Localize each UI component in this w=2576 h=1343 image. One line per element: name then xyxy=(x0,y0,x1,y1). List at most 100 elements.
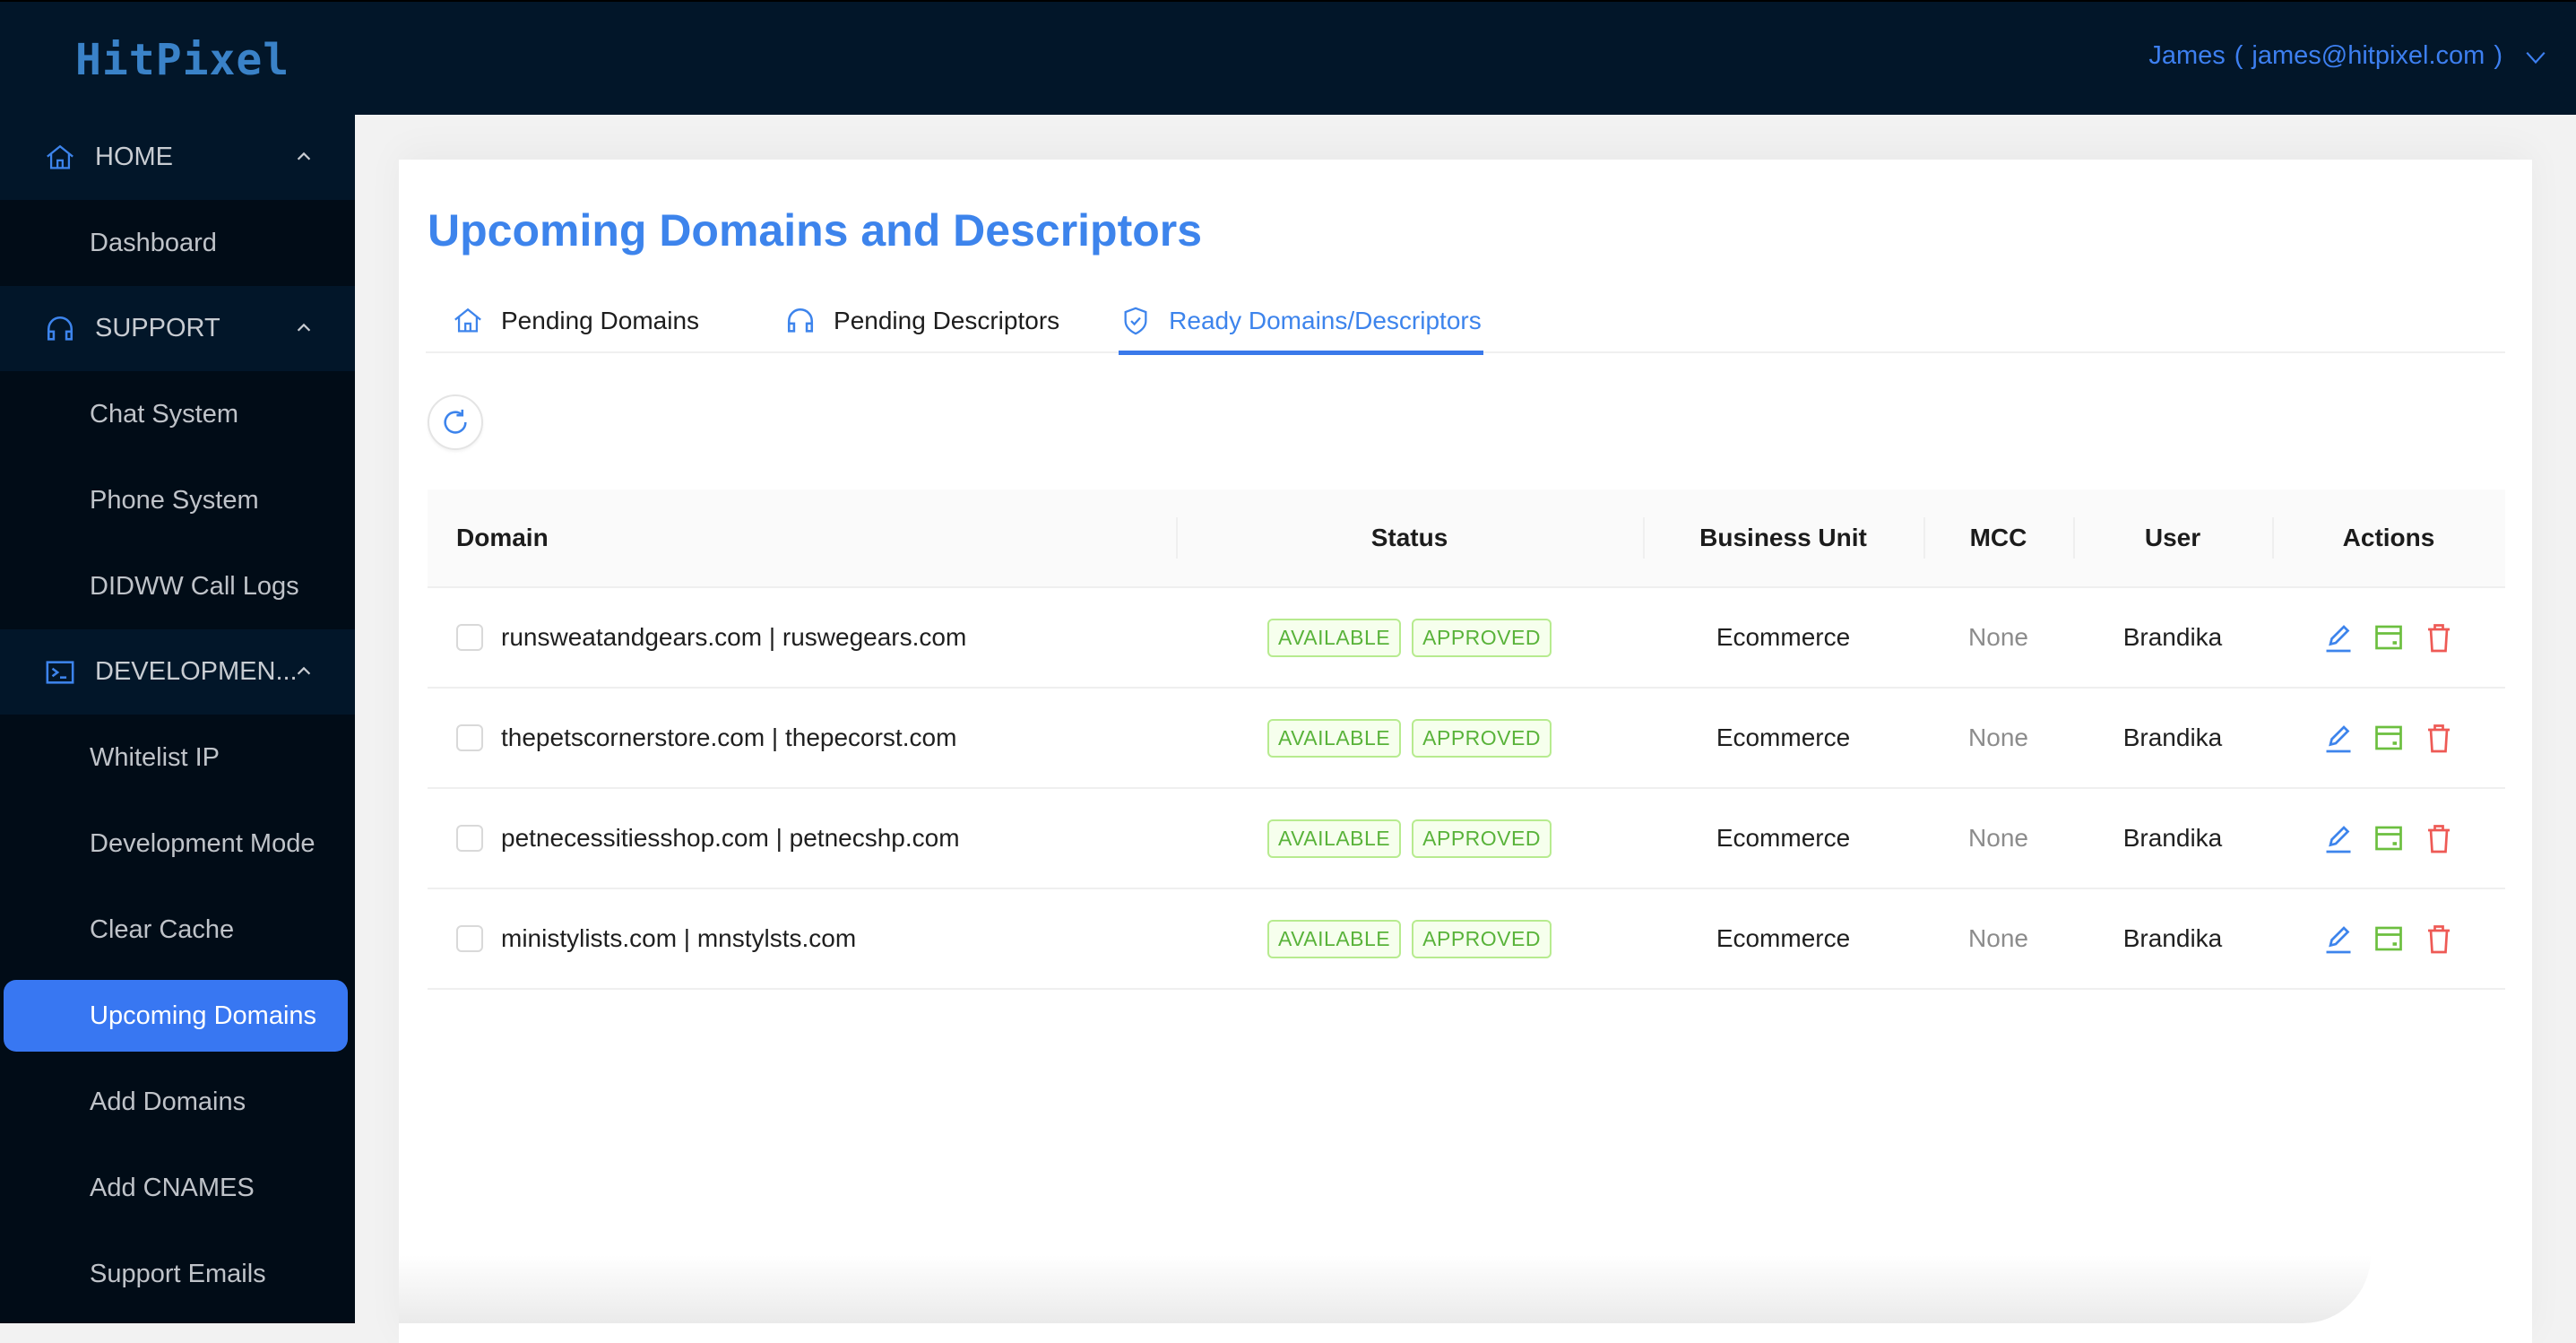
cell-user: Brandika xyxy=(2073,889,2272,988)
tab-pending-domains[interactable]: Pending Domains xyxy=(426,290,701,351)
sidebar-item-label: Phone System xyxy=(90,485,259,515)
sidebar-item-add-cnames[interactable]: Add CNAMES xyxy=(0,1145,355,1231)
logo[interactable]: HitPixel xyxy=(75,35,290,85)
sidebar-item-clear-cache[interactable]: Clear Cache xyxy=(0,887,355,973)
row-checkbox[interactable] xyxy=(456,624,483,651)
sidebar-item-upcoming-domains[interactable]: Upcoming Domains xyxy=(4,980,348,1052)
sidebar-item-whitelist-ip[interactable]: Whitelist IP xyxy=(0,715,355,801)
user-name: James xyxy=(2148,41,2226,70)
chevron-down-icon[interactable] xyxy=(2524,45,2547,68)
credit-card-icon[interactable] xyxy=(2373,621,2405,654)
refresh-icon xyxy=(444,409,467,434)
row-checkbox[interactable] xyxy=(456,925,483,952)
business-unit-text: Ecommerce xyxy=(1716,623,1851,651)
main-card: Upcoming Domains and Descriptors Pending… xyxy=(399,160,2532,1343)
cell-user: Brandika xyxy=(2073,789,2272,888)
credit-card-icon[interactable] xyxy=(2373,822,2405,854)
user-text: Brandika xyxy=(2122,824,2223,852)
tab-pending-descriptors[interactable]: Pending Descriptors xyxy=(758,290,1061,351)
logo-text: HitPixel xyxy=(75,35,290,85)
domain-text: thepetscornerstore.com | thepecorst.com xyxy=(501,723,957,751)
sidebar-item-chat-system[interactable]: Chat System xyxy=(0,371,355,457)
status-badge-approved: APPROVED xyxy=(1412,618,1552,657)
home-icon xyxy=(47,144,73,169)
sidebar-item-label: DIDWW Call Logs xyxy=(90,571,299,601)
status-badge-approved: APPROVED xyxy=(1412,919,1552,958)
sidebar-group-label: DEVELOPMEN... xyxy=(95,657,298,686)
sidebar-item-add-domains[interactable]: Add Domains xyxy=(0,1059,355,1145)
paren-open: ( xyxy=(2234,41,2243,70)
sidebar-item-development-mode[interactable]: Development Mode xyxy=(0,801,355,887)
sidebar-item-dashboard[interactable]: Dashboard xyxy=(0,200,355,286)
cell-domain: ministylists.com | mnstylsts.com xyxy=(428,889,1176,988)
shield-check-icon xyxy=(1124,307,1147,335)
sidebar-group-support[interactable]: SUPPORT xyxy=(0,286,355,371)
cell-actions xyxy=(2272,789,2505,888)
business-unit-text: Ecommerce xyxy=(1716,924,1851,952)
edit-icon[interactable] xyxy=(2322,923,2355,955)
sidebar-item-support-emails[interactable]: Support Emails xyxy=(0,1231,355,1317)
chevron-up-icon[interactable] xyxy=(294,662,314,681)
cell-business-unit: Ecommerce xyxy=(1643,689,1923,787)
home-icon xyxy=(454,308,481,333)
table-row: thepetscornerstore.com | thepecorst.com … xyxy=(428,689,2505,789)
refresh-button[interactable] xyxy=(428,394,483,450)
status-badge-available: AVAILABLE xyxy=(1267,718,1402,758)
cell-business-unit: Ecommerce xyxy=(1643,889,1923,988)
user-menu[interactable]: James ( james@hitpixel.com ) xyxy=(2148,41,2547,71)
sidebar-group-label: HOME xyxy=(95,143,173,171)
delete-icon[interactable] xyxy=(2423,621,2455,654)
paren-close: ) xyxy=(2494,41,2503,70)
column-header-domain[interactable]: Domain xyxy=(428,489,1176,587)
row-checkbox[interactable] xyxy=(456,825,483,852)
sidebar-item-label: Support Emails xyxy=(90,1259,266,1288)
table-row: ministylists.com | mnstylsts.com AVAILAB… xyxy=(428,889,2505,990)
sidebar-item-label: Development Mode xyxy=(90,828,316,858)
cell-actions xyxy=(2272,889,2505,988)
cell-actions xyxy=(2272,588,2505,687)
edit-icon[interactable] xyxy=(2322,621,2355,654)
credit-card-icon[interactable] xyxy=(2373,923,2405,955)
table-header: Domain Status Business Unit MCC User Act… xyxy=(428,490,2505,588)
tab-label: Pending Descriptors xyxy=(834,307,1060,334)
terminal-icon xyxy=(46,660,74,684)
domain-text: ministylists.com | mnstylsts.com xyxy=(501,924,857,952)
sidebar: HOME Dashboard SUPPORT Chat System Phone… xyxy=(0,115,355,1323)
table-row: runsweatandgears.com | ruswegears.com AV… xyxy=(428,588,2505,689)
cell-domain: runsweatandgears.com | ruswegears.com xyxy=(428,588,1176,687)
sidebar-group-label: SUPPORT xyxy=(95,314,220,342)
column-header-status[interactable]: Status xyxy=(1176,489,1643,587)
chevron-up-icon[interactable] xyxy=(294,147,314,167)
cell-actions xyxy=(2272,689,2505,787)
chevron-up-icon[interactable] xyxy=(294,318,314,338)
column-header-business-unit[interactable]: Business Unit xyxy=(1643,489,1923,587)
user-email: james@hitpixel.com xyxy=(2252,41,2485,70)
cell-mcc: None xyxy=(1923,889,2073,988)
cell-status: AVAILABLE APPROVED xyxy=(1176,889,1643,988)
row-checkbox[interactable] xyxy=(456,724,483,751)
delete-icon[interactable] xyxy=(2423,722,2455,754)
edit-icon[interactable] xyxy=(2322,722,2355,754)
sidebar-group-home[interactable]: HOME xyxy=(0,115,355,200)
tab-ready-domains-descriptors[interactable]: Ready Domains/Descriptors xyxy=(1119,290,1483,355)
cell-domain: thepetscornerstore.com | thepecorst.com xyxy=(428,689,1176,787)
cell-business-unit: Ecommerce xyxy=(1643,588,1923,687)
user-text: Brandika xyxy=(2122,723,2223,751)
domain-text: petnecessitiesshop.com | petnecshp.com xyxy=(501,824,960,852)
cell-status: AVAILABLE APPROVED xyxy=(1176,689,1643,787)
column-header-mcc[interactable]: MCC xyxy=(1923,489,2073,587)
sidebar-item-didww-call-logs[interactable]: DIDWW Call Logs xyxy=(0,543,355,629)
credit-card-icon[interactable] xyxy=(2373,722,2405,754)
table-row: petnecessitiesshop.com | petnecshp.com A… xyxy=(428,789,2505,889)
sidebar-item-label: Add Domains xyxy=(90,1087,246,1116)
sidebar-item-phone-system[interactable]: Phone System xyxy=(0,457,355,543)
cell-mcc: None xyxy=(1923,689,2073,787)
status-badge-approved: APPROVED xyxy=(1412,718,1552,758)
tab-label: Ready Domains/Descriptors xyxy=(1169,307,1482,334)
delete-icon[interactable] xyxy=(2423,923,2455,955)
edit-icon[interactable] xyxy=(2322,822,2355,854)
sidebar-group-development[interactable]: DEVELOPMEN... xyxy=(0,629,355,715)
sidebar-item-label: Dashboard xyxy=(90,228,217,257)
column-header-user[interactable]: User xyxy=(2073,489,2272,587)
delete-icon[interactable] xyxy=(2423,822,2455,854)
